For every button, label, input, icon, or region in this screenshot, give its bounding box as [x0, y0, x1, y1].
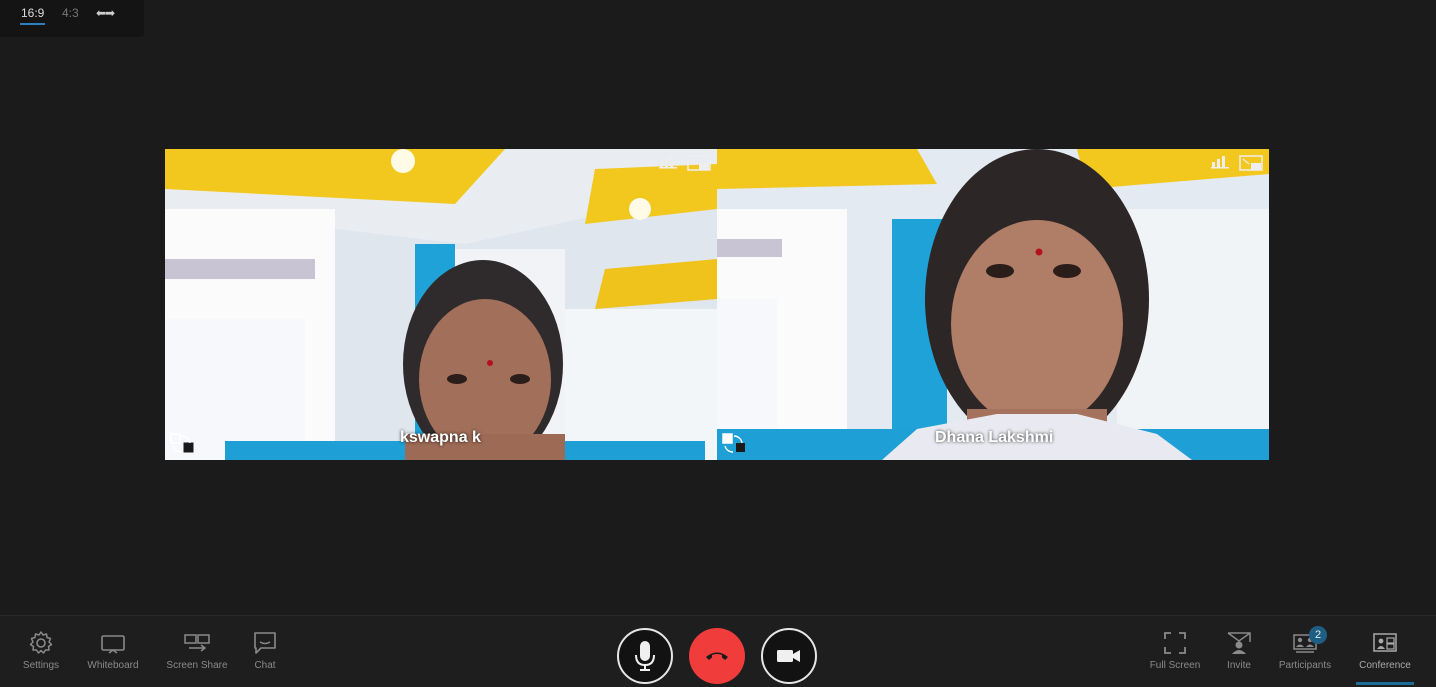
- phone-hangup-icon: [706, 652, 728, 660]
- tile-controls: [659, 155, 711, 171]
- chat-label: Chat: [254, 660, 276, 671]
- video-camera-icon: [777, 650, 800, 662]
- signal-strength-icon[interactable]: [1211, 155, 1229, 169]
- conference-label: Conference: [1359, 660, 1411, 671]
- invite-label: Invite: [1227, 660, 1251, 671]
- video-feed: [717, 149, 1269, 460]
- aspect-16-9-option[interactable]: 16:9: [19, 6, 46, 25]
- participants-label: Participants: [1278, 660, 1332, 671]
- whiteboard-button[interactable]: Whiteboard: [84, 630, 142, 671]
- conference-button[interactable]: Conference: [1356, 630, 1414, 685]
- signal-strength-icon[interactable]: [659, 155, 677, 169]
- chat-icon: [254, 632, 276, 654]
- participant-name: Dhana Lakshmi: [935, 429, 1054, 446]
- video-grid: kswapna k Dhana Lakshmi: [165, 149, 1269, 460]
- full-screen-button[interactable]: Full Screen: [1146, 630, 1204, 671]
- gear-icon: [29, 631, 53, 654]
- aspect-ratio-bar: 16:9 4:3 ⬅➡: [0, 0, 144, 37]
- tile-controls: [1211, 155, 1263, 171]
- invite-icon: [1227, 632, 1251, 654]
- rotate-video-icon[interactable]: [169, 432, 195, 454]
- microphone-button[interactable]: [617, 628, 673, 684]
- full-screen-label: Full Screen: [1149, 660, 1201, 671]
- participants-count-badge: 2: [1309, 626, 1327, 644]
- picture-in-picture-icon[interactable]: [687, 155, 711, 171]
- screen-share-icon: [184, 634, 210, 652]
- participants-button[interactable]: 2 Participants: [1274, 626, 1336, 671]
- conference-icon: [1373, 633, 1397, 652]
- aspect-4-3-option[interactable]: 4:3: [62, 6, 79, 20]
- video-tile-dhana[interactable]: Dhana Lakshmi: [717, 149, 1269, 460]
- video-tile-kswapna[interactable]: kswapna k: [165, 149, 717, 460]
- swap-arrows-icon[interactable]: ⬅➡: [96, 6, 115, 20]
- screen-share-button[interactable]: Screen Share: [164, 630, 230, 671]
- camera-button[interactable]: [761, 628, 817, 684]
- settings-label: Settings: [22, 660, 60, 671]
- picture-in-picture-icon[interactable]: [1239, 155, 1263, 171]
- rotate-video-icon[interactable]: [721, 432, 747, 454]
- video-feed: [165, 149, 717, 460]
- expand-icon: [1164, 632, 1186, 654]
- whiteboard-icon: [101, 635, 125, 654]
- invite-button[interactable]: Invite: [1222, 630, 1256, 671]
- bottom-toolbar: Settings Whiteboard Screen Share Chat Fu…: [0, 615, 1436, 687]
- microphone-icon: [635, 641, 655, 671]
- participant-name: kswapna k: [400, 429, 481, 446]
- settings-button[interactable]: Settings: [20, 630, 62, 671]
- whiteboard-label: Whiteboard: [87, 660, 139, 671]
- chat-button[interactable]: Chat: [250, 630, 280, 671]
- hang-up-button[interactable]: [689, 628, 745, 684]
- screen-share-label: Screen Share: [166, 660, 228, 671]
